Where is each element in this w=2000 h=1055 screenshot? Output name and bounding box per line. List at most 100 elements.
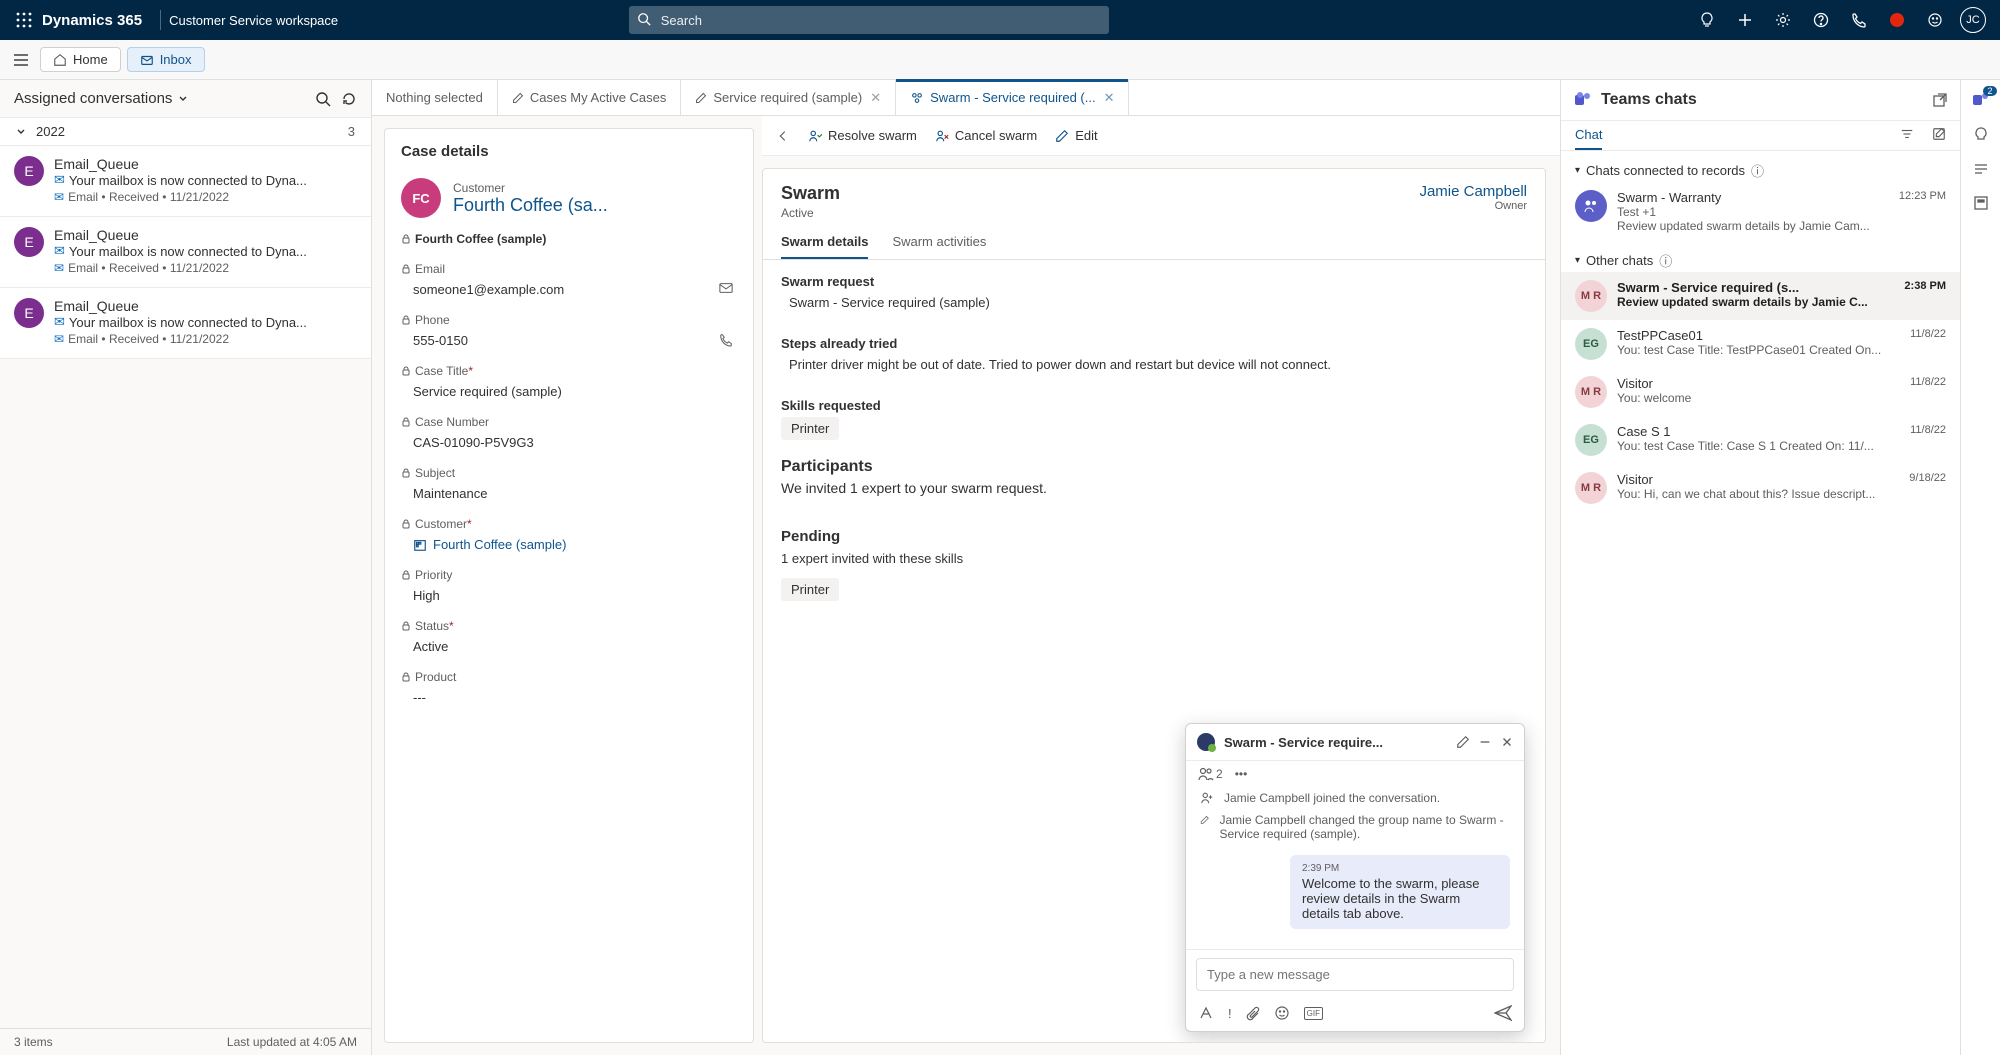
smart-assist-icon[interactable] <box>1972 126 1990 144</box>
send-icon[interactable] <box>1494 1005 1512 1021</box>
more-icon[interactable]: ••• <box>1235 767 1248 781</box>
system-message: Jamie Campbell changed the group name to… <box>1220 813 1511 841</box>
chat-item[interactable]: EG Case S 111/8/22You: test Case Title: … <box>1561 416 1960 464</box>
customer-label: Customer <box>453 181 608 195</box>
record-indicator-icon[interactable] <box>1880 0 1914 40</box>
home-tab[interactable]: Home <box>40 47 121 72</box>
priority-icon[interactable]: ! <box>1228 1006 1232 1021</box>
message-text: Welcome to the swarm, please review deta… <box>1302 876 1498 921</box>
minimize-icon[interactable] <box>1478 735 1492 749</box>
steps-tried-label: Steps already tried <box>781 336 1527 351</box>
hamburger-icon[interactable] <box>8 53 34 67</box>
new-chat-icon[interactable] <box>1932 127 1946 150</box>
status-value: Active <box>401 633 737 654</box>
plus-icon[interactable] <box>1728 0 1762 40</box>
conversation-from: Email_Queue <box>54 298 357 314</box>
conversation-item[interactable]: E Email_Queue ✉Your mailbox is now conne… <box>0 288 371 359</box>
chat-item[interactable]: Swarm - Warranty12:23 PMTest +1Review up… <box>1561 182 1960 241</box>
year-label: 2022 <box>36 124 65 139</box>
person-add-icon <box>1200 791 1214 805</box>
record-tabs: Nothing selected Cases My Active Cases S… <box>372 80 1560 116</box>
chat-item[interactable]: M R Visitor9/18/22You: Hi, can we chat a… <box>1561 464 1960 512</box>
participants-icon[interactable]: 2 <box>1198 767 1223 781</box>
user-avatar[interactable]: JC <box>1956 0 1990 40</box>
customer-name-link[interactable]: Fourth Coffee (sa... <box>453 195 608 216</box>
chat-title: Swarm - Service require... <box>1224 735 1448 750</box>
edit-icon[interactable] <box>1456 735 1470 749</box>
phone-value: 555-0150 <box>413 333 468 348</box>
search-icon[interactable] <box>315 91 331 107</box>
conversation-subject: ✉Your mailbox is now connected to Dyna..… <box>54 172 357 188</box>
settings-gear-icon[interactable] <box>1766 0 1800 40</box>
app-launcher-icon[interactable] <box>10 12 38 28</box>
close-icon[interactable] <box>1500 735 1514 749</box>
tab-swarm-activities[interactable]: Swarm activities <box>892 234 986 259</box>
phone-icon[interactable] <box>719 333 733 347</box>
last-updated: Last updated at 4:05 AM <box>227 1035 357 1049</box>
chat-avatar: EG <box>1575 424 1607 456</box>
chat-item[interactable]: M R Swarm - Service required (s...2:38 P… <box>1561 272 1960 320</box>
conversation-item[interactable]: E Email_Queue ✉Your mailbox is now conne… <box>0 217 371 288</box>
inbox-tab[interactable]: Inbox <box>127 47 205 72</box>
format-icon[interactable] <box>1198 1005 1214 1021</box>
conversation-item[interactable]: E Email_Queue ✉Your mailbox is now conne… <box>0 146 371 217</box>
teams-icon <box>1196 732 1216 752</box>
close-icon[interactable]: ✕ <box>870 90 881 106</box>
refresh-icon[interactable] <box>341 91 357 107</box>
close-icon[interactable]: ✕ <box>1104 90 1115 106</box>
tab-cases[interactable]: Cases My Active Cases <box>498 80 682 115</box>
gif-icon[interactable]: GIF <box>1304 1007 1323 1020</box>
back-button[interactable] <box>776 129 790 143</box>
emoji-icon[interactable] <box>1918 0 1952 40</box>
chat-tab[interactable]: Chat <box>1575 127 1602 150</box>
item-count: 3 items <box>14 1035 53 1049</box>
edit-button[interactable]: Edit <box>1055 128 1097 143</box>
knowledge-icon[interactable] <box>1972 160 1990 178</box>
mail-icon[interactable] <box>719 282 733 294</box>
lock-icon <box>401 672 411 682</box>
emoji-icon[interactable] <box>1274 1005 1290 1021</box>
case-title-value: Service required (sample) <box>401 378 737 399</box>
teams-chats-panel: Teams chats Chat ▾Chats connected to rec… <box>1560 80 1960 1055</box>
inbox-view-selector[interactable]: Assigned conversations <box>14 90 305 107</box>
tab-nothing-selected[interactable]: Nothing selected <box>372 80 498 115</box>
help-icon[interactable] <box>1804 0 1838 40</box>
swarm-request-value: Swarm - Service required (sample) <box>781 289 1527 318</box>
info-icon[interactable]: ⓘ <box>1751 161 1764 180</box>
case-details-panel: Case details FC Customer Fourth Coffee (… <box>384 128 754 1043</box>
attach-icon[interactable] <box>1246 1005 1260 1021</box>
pending-header: Pending <box>781 528 1527 545</box>
phone-icon[interactable] <box>1842 0 1876 40</box>
search-input[interactable] <box>629 6 1109 34</box>
customer-avatar: FC <box>401 178 441 218</box>
chat-avatar <box>1575 190 1607 222</box>
group-connected[interactable]: ▾Chats connected to recordsⓘ <box>1561 151 1960 182</box>
chevron-down-icon <box>16 127 26 137</box>
chat-item[interactable]: M R Visitor11/8/22You: welcome <box>1561 368 1960 416</box>
chat-item[interactable]: EG TestPPCase0111/8/22You: test Case Tit… <box>1561 320 1960 368</box>
message-time: 2:39 PM <box>1302 863 1498 874</box>
scripts-icon[interactable] <box>1972 194 1990 212</box>
tab-swarm-details[interactable]: Swarm details <box>781 234 868 259</box>
compose-input[interactable] <box>1196 958 1514 991</box>
cancel-swarm-button[interactable]: Cancel swarm <box>935 128 1037 143</box>
info-icon[interactable]: ⓘ <box>1659 251 1672 270</box>
tab-swarm[interactable]: Swarm - Service required (... ✕ <box>896 80 1129 115</box>
popout-icon[interactable] <box>1932 92 1948 108</box>
group-other[interactable]: ▾Other chatsⓘ <box>1561 241 1960 272</box>
lightbulb-icon[interactable] <box>1690 0 1724 40</box>
skill-chip: Printer <box>781 417 839 440</box>
home-label: Home <box>73 52 108 67</box>
teams-rail-icon[interactable]: 2 <box>1971 90 1991 110</box>
queue-avatar: E <box>14 298 44 328</box>
conversation-meta: ✉ Email • Received • 11/21/2022 <box>54 261 357 275</box>
global-search[interactable] <box>629 6 1109 34</box>
owner-link[interactable]: Jamie Campbell <box>1419 183 1527 200</box>
subject-value: Maintenance <box>401 480 737 501</box>
year-group[interactable]: 2022 3 <box>0 117 371 146</box>
customer-link[interactable]: Fourth Coffee (sample) <box>401 531 737 552</box>
resolve-swarm-button[interactable]: Resolve swarm <box>808 128 917 143</box>
priority-value: High <box>401 582 737 603</box>
tab-service-required[interactable]: Service required (sample) ✕ <box>681 80 896 115</box>
filter-icon[interactable] <box>1900 127 1914 150</box>
